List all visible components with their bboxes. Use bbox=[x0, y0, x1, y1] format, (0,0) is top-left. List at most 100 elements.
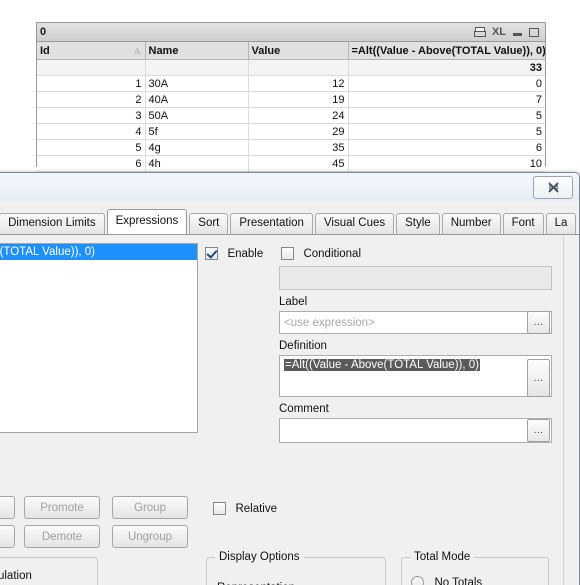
column-header-name[interactable]: Name bbox=[145, 42, 249, 60]
enable-checkbox[interactable] bbox=[205, 247, 218, 261]
conditional-expression-field[interactable] bbox=[279, 266, 552, 290]
expression-list-item[interactable]: (Value - Above(TOTAL Value)), 0) bbox=[0, 244, 197, 260]
chart-properties-dialog: es [0] Dimensions Dimension Limits Expre… bbox=[0, 172, 580, 585]
cell-name[interactable]: 50A bbox=[145, 107, 249, 124]
enable-label: Enable bbox=[227, 247, 264, 260]
definition-field[interactable]: =Alt((Value - Above(TOTAL Value)), 0) ..… bbox=[279, 355, 552, 397]
cell-name[interactable]: 4h bbox=[145, 155, 249, 172]
cell-name[interactable]: 40A bbox=[145, 91, 249, 108]
cell-name[interactable]: 4g bbox=[145, 139, 249, 156]
total-mode-group: Total Mode No Totals Expression Total Su… bbox=[401, 551, 549, 585]
cell-expression[interactable]: 0 bbox=[348, 75, 545, 92]
demote-button[interactable]: Demote bbox=[24, 525, 100, 548]
table-header-row: Id Name Value =Alt((Value - Above(TOTAL … bbox=[37, 42, 545, 60]
no-totals-radio[interactable] bbox=[411, 576, 424, 585]
total-cell-expression: 33 bbox=[348, 59, 545, 76]
table-row[interactable]: 2 40A 19 7 bbox=[37, 91, 545, 108]
cell-value[interactable]: 24 bbox=[248, 107, 349, 124]
cell-expression[interactable]: 10 bbox=[348, 155, 545, 172]
label-field-placeholder: <use expression> bbox=[284, 316, 375, 329]
table-body: 33 1 30A 12 0 2 40A 19 7 3 50A 24 5 4 5f… bbox=[37, 59, 545, 172]
table-row[interactable]: 6 4h 45 10 bbox=[37, 155, 545, 172]
column-header-id[interactable]: Id bbox=[37, 42, 146, 60]
total-cell-id bbox=[37, 59, 146, 76]
relative-checkbox-row[interactable]: Relative bbox=[213, 500, 277, 518]
no-accumulation-label[interactable]: umulation bbox=[0, 570, 32, 582]
dialog-vertical-scrollbar[interactable] bbox=[563, 235, 579, 585]
tab-layout[interactable]: La bbox=[545, 213, 577, 234]
table-total-row: 33 bbox=[37, 59, 545, 76]
add-expression-button[interactable] bbox=[0, 496, 15, 519]
delete-expression-button[interactable] bbox=[0, 525, 15, 548]
tab-strip: Dimensions Dimension Limits Expressions … bbox=[0, 209, 579, 234]
conditional-checkbox[interactable] bbox=[281, 247, 294, 261]
table-row[interactable]: 3 50A 24 5 bbox=[37, 107, 545, 124]
tab-visual-cues[interactable]: Visual Cues bbox=[314, 213, 395, 234]
straight-table-window: 0 XL Id Name Value =Alt((Value - Above(T… bbox=[36, 22, 546, 172]
relative-label: Relative bbox=[235, 502, 278, 515]
table-caption-bar[interactable]: 0 XL bbox=[37, 23, 545, 42]
tab-expressions[interactable]: Expressions bbox=[106, 209, 188, 234]
total-mode-title: Total Mode bbox=[410, 551, 475, 563]
cell-expression[interactable]: 6 bbox=[348, 139, 545, 156]
label-field[interactable]: <use expression> ... bbox=[279, 311, 552, 334]
sort-ascending-icon bbox=[132, 47, 141, 54]
cell-expression[interactable]: 5 bbox=[348, 107, 545, 124]
dialog-body: (Value - Above(TOTAL Value)), 0) Enable … bbox=[0, 234, 579, 585]
ungroup-button[interactable]: Ungroup bbox=[112, 525, 188, 548]
tab-number[interactable]: Number bbox=[441, 213, 501, 234]
cell-id[interactable]: 3 bbox=[37, 107, 146, 124]
table-row[interactable]: 4 5f 29 5 bbox=[37, 123, 545, 140]
tab-font[interactable]: Font bbox=[502, 213, 544, 234]
straight-table-grid: Id Name Value =Alt((Value - Above(TOTAL … bbox=[37, 42, 545, 172]
label-expression-editor-button[interactable]: ... bbox=[527, 311, 550, 334]
definition-expression-editor-button[interactable]: ... bbox=[527, 359, 550, 397]
cell-id[interactable]: 2 bbox=[37, 91, 146, 108]
conditional-label: Conditional bbox=[303, 247, 361, 260]
tab-presentation[interactable]: Presentation bbox=[230, 213, 313, 234]
cell-name[interactable]: 30A bbox=[145, 75, 249, 92]
enable-checkbox-row[interactable]: Enable bbox=[205, 245, 263, 263]
close-icon bbox=[547, 181, 559, 193]
tab-dimension-limits[interactable]: Dimension Limits bbox=[0, 213, 105, 234]
close-button[interactable] bbox=[533, 175, 573, 199]
relative-checkbox[interactable] bbox=[213, 502, 226, 516]
cell-id[interactable]: 6 bbox=[37, 155, 146, 172]
column-header-id-label: Id bbox=[40, 44, 50, 57]
promote-button[interactable]: Promote bbox=[24, 496, 100, 519]
cell-name[interactable]: 5f bbox=[145, 123, 249, 140]
comment-field[interactable]: ... bbox=[279, 418, 552, 443]
cell-expression[interactable]: 7 bbox=[348, 91, 545, 108]
minimize-icon[interactable] bbox=[513, 28, 522, 37]
maximize-icon[interactable] bbox=[529, 27, 539, 37]
cell-value[interactable]: 19 bbox=[248, 91, 349, 108]
no-totals-label: No Totals bbox=[434, 576, 483, 585]
tab-style[interactable]: Style bbox=[396, 213, 440, 234]
comment-expression-editor-button[interactable]: ... bbox=[527, 419, 550, 442]
column-header-value[interactable]: Value bbox=[248, 42, 349, 60]
cell-expression[interactable]: 5 bbox=[348, 123, 545, 140]
table-row[interactable]: 1 30A 12 0 bbox=[37, 75, 545, 92]
table-row[interactable]: 5 4g 35 6 bbox=[37, 139, 545, 156]
cell-value[interactable]: 35 bbox=[248, 139, 349, 156]
cell-value[interactable]: 12 bbox=[248, 75, 349, 92]
column-header-expression[interactable]: =Alt((Value - Above(TOTAL Value)), 0) bbox=[348, 42, 545, 60]
dialog-title-bar[interactable]: es [0] bbox=[0, 173, 579, 201]
cell-value[interactable]: 29 bbox=[248, 123, 349, 140]
display-options-title: Display Options bbox=[215, 551, 304, 563]
total-cell-value bbox=[248, 59, 349, 76]
table-caption-title: 0 bbox=[40, 26, 47, 38]
group-button[interactable]: Group bbox=[112, 496, 188, 519]
cell-id[interactable]: 5 bbox=[37, 139, 146, 156]
no-totals-radio-row[interactable]: No Totals bbox=[411, 574, 482, 585]
tab-sort[interactable]: Sort bbox=[189, 213, 229, 234]
export-to-excel-icon[interactable]: XL bbox=[492, 26, 506, 38]
definition-field-caption: Definition bbox=[279, 340, 327, 352]
cell-value[interactable]: 45 bbox=[248, 155, 349, 172]
conditional-checkbox-row[interactable]: Conditional bbox=[281, 245, 361, 263]
expression-list[interactable]: (Value - Above(TOTAL Value)), 0) bbox=[0, 243, 198, 433]
print-icon[interactable] bbox=[473, 27, 486, 37]
cell-id[interactable]: 1 bbox=[37, 75, 146, 92]
cell-id[interactable]: 4 bbox=[37, 123, 146, 140]
screen: 0 XL Id Name Value =Alt((Value - Above(T… bbox=[0, 0, 580, 585]
